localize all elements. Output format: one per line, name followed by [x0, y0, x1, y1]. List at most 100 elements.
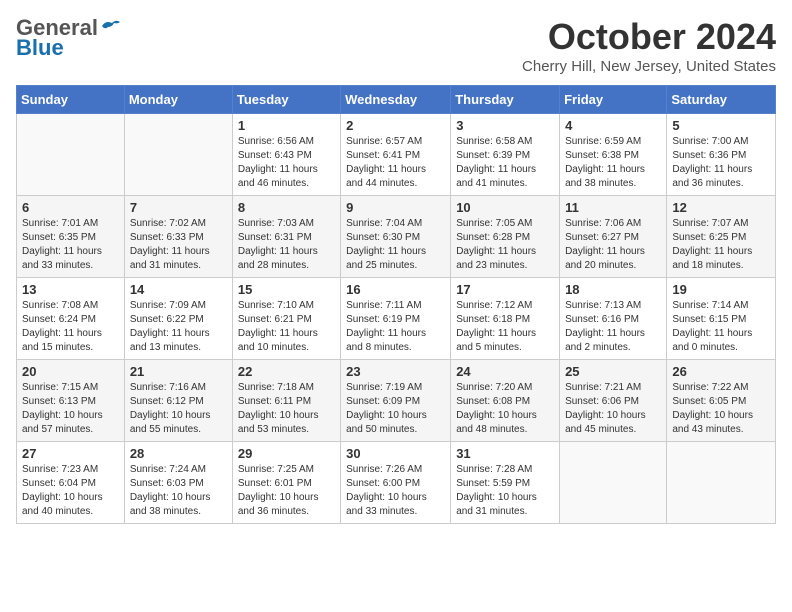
day-number: 7	[130, 200, 227, 215]
day-info: Sunrise: 6:58 AM Sunset: 6:39 PM Dayligh…	[456, 135, 554, 191]
day-number: 26	[672, 364, 770, 379]
weekday-header-saturday: Saturday	[667, 86, 776, 114]
logo-bird-icon	[100, 18, 122, 34]
calendar-cell: 9 Sunrise: 7:04 AM Sunset: 6:30 PM Daylig…	[341, 196, 451, 278]
calendar-cell: 24 Sunrise: 7:20 AM Sunset: 6:08 PM Dayli…	[451, 360, 560, 442]
day-number: 8	[238, 200, 335, 215]
calendar-cell	[560, 442, 667, 524]
day-number: 5	[672, 118, 770, 133]
day-info: Sunrise: 7:20 AM Sunset: 6:08 PM Dayligh…	[456, 381, 554, 437]
day-info: Sunrise: 7:28 AM Sunset: 5:59 PM Dayligh…	[456, 463, 554, 519]
day-info: Sunrise: 7:01 AM Sunset: 6:35 PM Dayligh…	[22, 217, 119, 273]
day-number: 16	[346, 282, 445, 297]
calendar-cell: 5 Sunrise: 7:00 AM Sunset: 6:36 PM Daylig…	[667, 114, 776, 196]
day-info: Sunrise: 7:11 AM Sunset: 6:19 PM Dayligh…	[346, 299, 445, 355]
day-number: 1	[238, 118, 335, 133]
calendar-cell: 15Sunrise: 7:10 AM Sunset: 6:21 PM Dayli…	[232, 278, 340, 360]
calendar-week-row: 1 Sunrise: 6:56 AM Sunset: 6:43 PM Daylig…	[17, 114, 776, 196]
logo: General Blue	[16, 16, 122, 60]
day-number: 25	[565, 364, 661, 379]
day-info: Sunrise: 7:12 AM Sunset: 6:18 PM Dayligh…	[456, 299, 554, 355]
day-info: Sunrise: 7:24 AM Sunset: 6:03 PM Dayligh…	[130, 463, 227, 519]
day-number: 23	[346, 364, 445, 379]
weekday-header-row: SundayMondayTuesdayWednesdayThursdayFrid…	[17, 86, 776, 114]
calendar-cell: 27Sunrise: 7:23 AM Sunset: 6:04 PM Dayli…	[17, 442, 125, 524]
day-number: 20	[22, 364, 119, 379]
day-number: 13	[22, 282, 119, 297]
weekday-header-thursday: Thursday	[451, 86, 560, 114]
day-info: Sunrise: 7:09 AM Sunset: 6:22 PM Dayligh…	[130, 299, 227, 355]
day-info: Sunrise: 7:18 AM Sunset: 6:11 PM Dayligh…	[238, 381, 335, 437]
calendar-cell: 18 Sunrise: 7:13 AM Sunset: 6:16 PM Dayli…	[560, 278, 667, 360]
day-number: 21	[130, 364, 227, 379]
day-number: 18	[565, 282, 661, 297]
title-section: October 2024 Cherry Hill, New Jersey, Un…	[522, 16, 776, 75]
calendar-cell	[17, 114, 125, 196]
calendar-cell: 28Sunrise: 7:24 AM Sunset: 6:03 PM Dayli…	[124, 442, 232, 524]
calendar-cell: 7Sunrise: 7:02 AM Sunset: 6:33 PM Daylig…	[124, 196, 232, 278]
day-info: Sunrise: 6:57 AM Sunset: 6:41 PM Dayligh…	[346, 135, 445, 191]
location: Cherry Hill, New Jersey, United States	[522, 58, 776, 75]
day-number: 15	[238, 282, 335, 297]
calendar-cell: 17 Sunrise: 7:12 AM Sunset: 6:18 PM Dayli…	[451, 278, 560, 360]
day-info: Sunrise: 7:00 AM Sunset: 6:36 PM Dayligh…	[672, 135, 770, 191]
calendar-cell: 16 Sunrise: 7:11 AM Sunset: 6:19 PM Dayli…	[341, 278, 451, 360]
calendar-cell: 2 Sunrise: 6:57 AM Sunset: 6:41 PM Daylig…	[341, 114, 451, 196]
day-info: Sunrise: 7:06 AM Sunset: 6:27 PM Dayligh…	[565, 217, 661, 273]
calendar-cell: 29 Sunrise: 7:25 AM Sunset: 6:01 PM Dayli…	[232, 442, 340, 524]
day-info: Sunrise: 7:05 AM Sunset: 6:28 PM Dayligh…	[456, 217, 554, 273]
calendar-cell: 12 Sunrise: 7:07 AM Sunset: 6:25 PM Dayli…	[667, 196, 776, 278]
day-number: 9	[346, 200, 445, 215]
day-number: 3	[456, 118, 554, 133]
calendar-cell: 21Sunrise: 7:16 AM Sunset: 6:12 PM Dayli…	[124, 360, 232, 442]
weekday-header-wednesday: Wednesday	[341, 86, 451, 114]
calendar-cell: 13 Sunrise: 7:08 AM Sunset: 6:24 PM Dayli…	[17, 278, 125, 360]
day-number: 14	[130, 282, 227, 297]
day-number: 4	[565, 118, 661, 133]
calendar-week-row: 6 Sunrise: 7:01 AM Sunset: 6:35 PM Daylig…	[17, 196, 776, 278]
calendar-cell: 11Sunrise: 7:06 AM Sunset: 6:27 PM Dayli…	[560, 196, 667, 278]
calendar-cell	[667, 442, 776, 524]
calendar-cell: 6 Sunrise: 7:01 AM Sunset: 6:35 PM Daylig…	[17, 196, 125, 278]
weekday-header-monday: Monday	[124, 86, 232, 114]
day-info: Sunrise: 7:08 AM Sunset: 6:24 PM Dayligh…	[22, 299, 119, 355]
page-header: General Blue October 2024 Cherry Hill, N…	[16, 16, 776, 75]
month-title: October 2024	[522, 16, 776, 58]
day-number: 30	[346, 446, 445, 461]
weekday-header-sunday: Sunday	[17, 86, 125, 114]
day-number: 17	[456, 282, 554, 297]
calendar-cell: 3 Sunrise: 6:58 AM Sunset: 6:39 PM Daylig…	[451, 114, 560, 196]
day-info: Sunrise: 7:03 AM Sunset: 6:31 PM Dayligh…	[238, 217, 335, 273]
day-info: Sunrise: 7:19 AM Sunset: 6:09 PM Dayligh…	[346, 381, 445, 437]
calendar-cell: 23 Sunrise: 7:19 AM Sunset: 6:09 PM Dayli…	[341, 360, 451, 442]
calendar-cell: 31Sunrise: 7:28 AM Sunset: 5:59 PM Dayli…	[451, 442, 560, 524]
day-number: 29	[238, 446, 335, 461]
day-info: Sunrise: 7:21 AM Sunset: 6:06 PM Dayligh…	[565, 381, 661, 437]
day-info: Sunrise: 6:59 AM Sunset: 6:38 PM Dayligh…	[565, 135, 661, 191]
calendar-cell: 10 Sunrise: 7:05 AM Sunset: 6:28 PM Dayli…	[451, 196, 560, 278]
calendar-cell: 20 Sunrise: 7:15 AM Sunset: 6:13 PM Dayli…	[17, 360, 125, 442]
day-number: 19	[672, 282, 770, 297]
day-info: Sunrise: 7:13 AM Sunset: 6:16 PM Dayligh…	[565, 299, 661, 355]
day-number: 10	[456, 200, 554, 215]
day-number: 6	[22, 200, 119, 215]
day-number: 2	[346, 118, 445, 133]
calendar-cell: 14 Sunrise: 7:09 AM Sunset: 6:22 PM Dayli…	[124, 278, 232, 360]
calendar-week-row: 27Sunrise: 7:23 AM Sunset: 6:04 PM Dayli…	[17, 442, 776, 524]
day-info: Sunrise: 7:25 AM Sunset: 6:01 PM Dayligh…	[238, 463, 335, 519]
day-info: Sunrise: 7:04 AM Sunset: 6:30 PM Dayligh…	[346, 217, 445, 273]
calendar-cell: 1 Sunrise: 6:56 AM Sunset: 6:43 PM Daylig…	[232, 114, 340, 196]
day-info: Sunrise: 7:14 AM Sunset: 6:15 PM Dayligh…	[672, 299, 770, 355]
day-info: Sunrise: 7:07 AM Sunset: 6:25 PM Dayligh…	[672, 217, 770, 273]
calendar-cell: 19 Sunrise: 7:14 AM Sunset: 6:15 PM Dayli…	[667, 278, 776, 360]
day-info: Sunrise: 6:56 AM Sunset: 6:43 PM Dayligh…	[238, 135, 335, 191]
day-info: Sunrise: 7:15 AM Sunset: 6:13 PM Dayligh…	[22, 381, 119, 437]
day-info: Sunrise: 7:26 AM Sunset: 6:00 PM Dayligh…	[346, 463, 445, 519]
day-info: Sunrise: 7:22 AM Sunset: 6:05 PM Dayligh…	[672, 381, 770, 437]
day-info: Sunrise: 7:23 AM Sunset: 6:04 PM Dayligh…	[22, 463, 119, 519]
calendar-cell	[124, 114, 232, 196]
day-number: 12	[672, 200, 770, 215]
calendar-cell: 8 Sunrise: 7:03 AM Sunset: 6:31 PM Daylig…	[232, 196, 340, 278]
calendar-table: SundayMondayTuesdayWednesdayThursdayFrid…	[16, 85, 776, 524]
day-number: 24	[456, 364, 554, 379]
